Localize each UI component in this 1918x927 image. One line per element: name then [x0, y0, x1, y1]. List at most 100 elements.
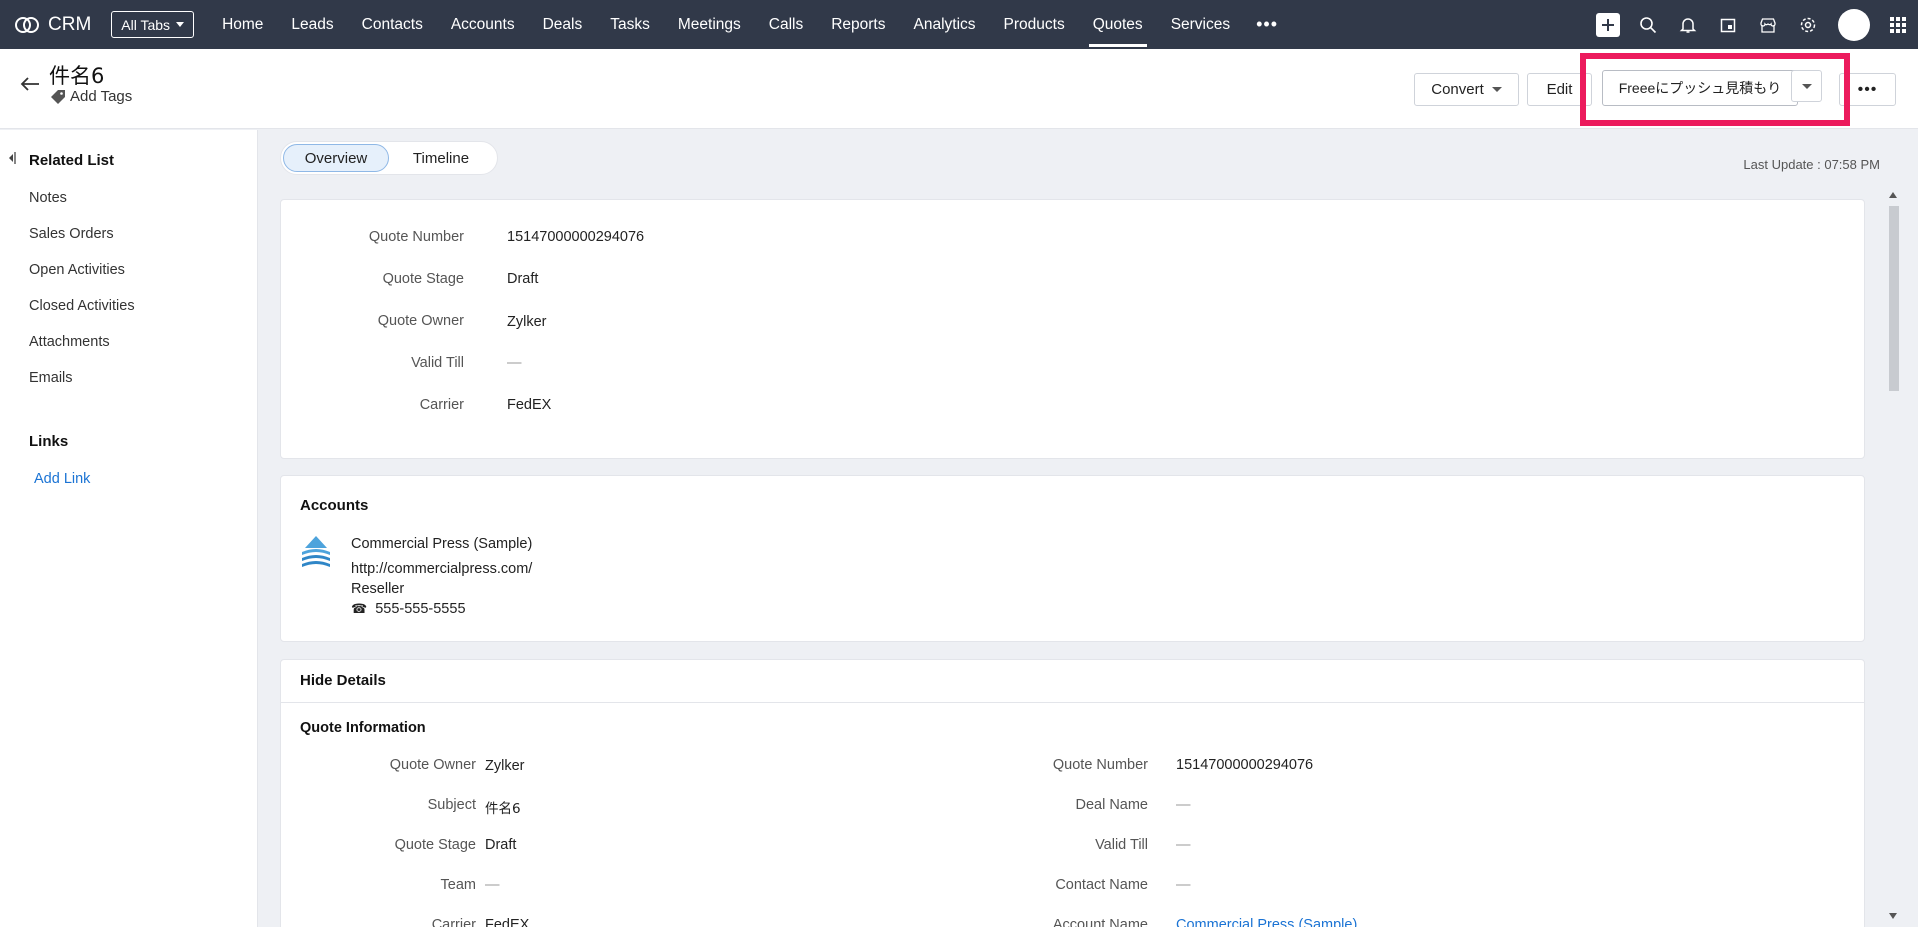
related-item-attachments[interactable]: Attachments	[29, 334, 110, 350]
calendar-icon	[1720, 18, 1736, 32]
edit-label: Edit	[1546, 81, 1573, 98]
tag-icon	[51, 89, 65, 104]
all-tabs-label: All Tabs	[121, 16, 171, 33]
nav-accounts[interactable]: Accounts	[437, 0, 529, 49]
field-label: Valid Till	[1095, 837, 1148, 853]
account-name-link[interactable]: Commercial Press (Sample)	[1176, 917, 1357, 927]
add-link-button[interactable]: Add Link	[34, 471, 90, 487]
account-phone-value[interactable]: 555-555-5555	[375, 601, 465, 617]
divider	[281, 702, 1864, 703]
chevron-down-icon	[176, 22, 185, 27]
search-button[interactable]	[1628, 0, 1668, 49]
accounts-title: Accounts	[300, 497, 369, 514]
collapse-sidebar-button[interactable]	[8, 151, 16, 170]
field-label: Account Name	[1052, 917, 1148, 927]
quote-number-value: 15147000000294076	[1176, 757, 1314, 773]
contact-name-value[interactable]: —	[1176, 877, 1191, 893]
field-label: Quote Number	[1052, 757, 1148, 773]
field-label: Valid Till	[411, 355, 464, 371]
field-label: Subject	[427, 797, 476, 813]
nav-more-button[interactable]: •••	[1244, 0, 1290, 49]
field-label: Carrier	[431, 917, 476, 927]
field-label: Team	[440, 877, 476, 893]
user-avatar[interactable]	[1838, 8, 1870, 41]
add-tags-button[interactable]: Add Tags	[50, 88, 132, 105]
grid-icon	[1890, 16, 1906, 33]
related-item-emails[interactable]: Emails	[29, 370, 73, 386]
nav-home[interactable]: Home	[208, 0, 277, 49]
field-label: Contact Name	[1055, 877, 1148, 893]
nav-tasks[interactable]: Tasks	[596, 0, 664, 49]
apps-launcher-button[interactable]	[1878, 0, 1918, 49]
details-card: Hide Details Quote Information Quote Own…	[280, 659, 1865, 927]
account-phone: ☎ 555-555-5555	[351, 601, 466, 617]
main-nav: Home Leads Contacts Accounts Deals Tasks…	[208, 0, 1290, 49]
hide-details-button[interactable]: Hide Details	[300, 672, 386, 689]
convert-button[interactable]: Convert	[1414, 73, 1519, 106]
accounts-card: Accounts Commercial Press (Sample) http:…	[280, 475, 1865, 642]
subject-value[interactable]: 件名6	[485, 797, 521, 817]
quote-stage-value: Draft	[507, 271, 539, 287]
scroll-up-icon	[1889, 192, 1897, 198]
nav-leads[interactable]: Leads	[277, 0, 347, 49]
arrow-left-icon	[20, 77, 39, 91]
tab-overview[interactable]: Overview	[283, 144, 389, 172]
field-label: Carrier	[419, 397, 464, 413]
account-logo-icon	[302, 536, 330, 567]
nav-analytics[interactable]: Analytics	[900, 0, 990, 49]
related-item-open-activities[interactable]: Open Activities	[29, 262, 125, 278]
deal-name-value[interactable]: —	[1176, 797, 1191, 813]
scrollbar[interactable]	[1886, 190, 1900, 927]
back-button[interactable]	[20, 76, 40, 97]
account-website[interactable]: http://commercialpress.com/	[351, 561, 532, 577]
marketplace-button[interactable]	[1748, 0, 1788, 49]
crm-logo[interactable]: CRM	[14, 14, 91, 36]
quote-number-value: 15147000000294076	[507, 229, 645, 245]
field-label: Quote Number	[368, 229, 464, 245]
related-item-sales-orders[interactable]: Sales Orders	[29, 226, 114, 242]
all-tabs-dropdown[interactable]: All Tabs	[111, 11, 195, 38]
nav-contacts[interactable]: Contacts	[348, 0, 437, 49]
quick-create-button[interactable]	[1588, 0, 1628, 49]
field-label: Quote Owner	[377, 313, 464, 329]
nav-deals[interactable]: Deals	[529, 0, 597, 49]
tab-timeline[interactable]: Timeline	[389, 144, 493, 172]
nav-meetings[interactable]: Meetings	[664, 0, 755, 49]
record-title: 件名6	[49, 64, 105, 88]
collapse-left-icon	[9, 152, 16, 164]
account-logo	[299, 534, 333, 573]
brand-name: CRM	[48, 13, 92, 35]
account-name-link[interactable]: Commercial Press (Sample)	[351, 536, 532, 552]
nav-quotes[interactable]: Quotes	[1079, 0, 1157, 49]
team-value[interactable]: —	[485, 877, 500, 893]
related-list-sidebar: Related List Notes Sales Orders Open Act…	[0, 130, 258, 927]
carrier-value: FedEX	[507, 397, 552, 413]
plus-icon	[1596, 12, 1620, 37]
last-update: Last Update : 07:58 PM	[1743, 157, 1880, 172]
quote-stage-value[interactable]: Draft	[485, 837, 516, 853]
record-tabs: Overview Timeline	[280, 141, 498, 175]
settings-button[interactable]	[1788, 0, 1828, 49]
carrier-value[interactable]: FedEX	[485, 917, 529, 927]
links-heading: Links	[29, 433, 69, 450]
nav-services[interactable]: Services	[1157, 0, 1244, 49]
notifications-button[interactable]	[1668, 0, 1708, 49]
summary-card: Quote Number 15147000000294076 Quote Sta…	[280, 199, 1865, 459]
calendar-button[interactable]	[1708, 0, 1748, 49]
scrollbar-thumb[interactable]	[1889, 206, 1899, 391]
nav-calls[interactable]: Calls	[755, 0, 817, 49]
more-actions-label: •••	[1857, 80, 1878, 98]
account-type: Reseller	[351, 581, 405, 597]
valid-till-value[interactable]: —	[1176, 837, 1191, 853]
phone-icon: ☎	[351, 601, 368, 616]
quote-owner-value[interactable]: Zylker	[485, 758, 524, 774]
related-item-closed-activities[interactable]: Closed Activities	[29, 298, 135, 314]
quote-information-heading: Quote Information	[300, 720, 426, 736]
crm-logo-icon	[15, 16, 39, 33]
field-label: Quote Stage	[382, 271, 464, 287]
nav-products[interactable]: Products	[990, 0, 1079, 49]
related-list-heading: Related List	[29, 152, 115, 169]
related-item-notes[interactable]: Notes	[29, 190, 67, 206]
field-label: Deal Name	[1075, 797, 1148, 813]
nav-reports[interactable]: Reports	[817, 0, 899, 49]
